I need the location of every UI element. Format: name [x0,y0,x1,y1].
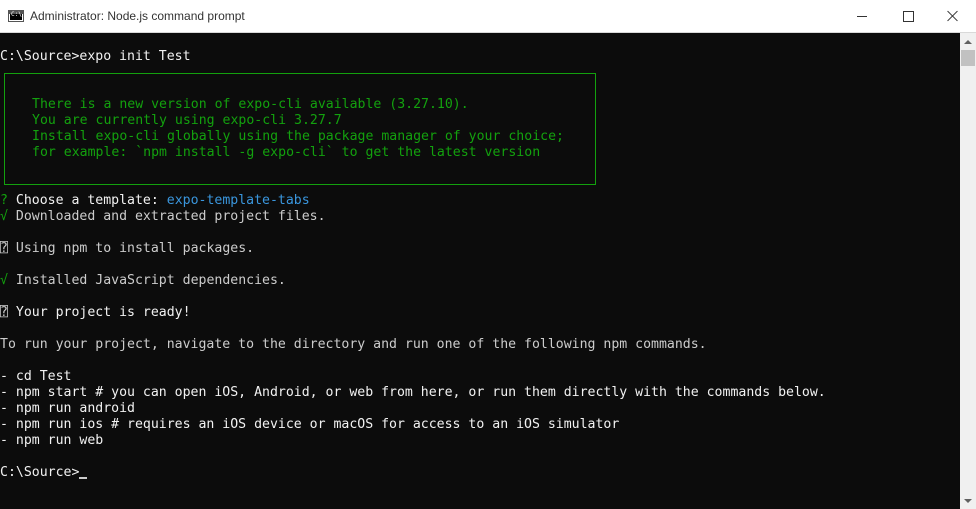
close-button[interactable] [930,0,976,32]
unknown-glyph-icon: ⍰ [0,241,8,256]
unknown-glyph-icon: ⍰ [0,305,8,320]
cmd-icon: C:\ [8,10,24,22]
installed-text: Installed JavaScript dependencies. [7,273,286,288]
final-prompt: C:\Source> [0,465,80,480]
scroll-down-button[interactable] [960,492,976,509]
template-label: Choose a template: [7,193,167,208]
notice-line: You are currently using expo-cli 3.27.7 [32,113,342,128]
checkmark-icon: √ [0,209,8,224]
arrow-up-icon [964,39,972,44]
command-item: - cd Test [0,369,72,384]
scroll-thumb[interactable] [961,50,975,66]
minimize-button[interactable] [839,0,885,32]
command-item: - npm run ios # requires an iOS device o… [0,417,620,432]
vertical-scrollbar[interactable] [960,33,976,509]
template-line: ? Choose a template: expo-template-tabs [0,193,310,209]
close-icon [947,10,959,22]
command-line: C:\Source>expo init Test [0,49,191,64]
notice-line: There is a new version of expo-cli avail… [32,97,469,112]
title-bar[interactable]: C:\ Administrator: Node.js command promp… [0,0,976,33]
command-item: - npm start # you can open iOS, Android,… [0,385,826,400]
npm-text: Using npm to install packages. [7,241,255,256]
window-title: Administrator: Node.js command prompt [30,9,245,23]
maximize-icon [902,10,914,22]
cmd-icon-text: C:\ [11,11,22,18]
instructions-line: To run your project, navigate to the dir… [0,337,707,352]
notice-line: for example: `npm install -g expo-cli` t… [32,145,541,160]
prompt-line[interactable]: C:\Source> [0,465,88,481]
ready-line: ⍰ Your project is ready! [0,305,191,321]
minimize-icon [857,15,867,17]
downloaded-text: Downloaded and extracted project files. [7,209,326,224]
template-value: expo-template-tabs [166,193,310,208]
ready-text: Your project is ready! [7,305,191,320]
maximize-button[interactable] [885,0,931,32]
command-item: - npm run web [0,433,104,448]
scroll-up-button[interactable] [960,33,976,50]
arrow-down-icon [964,498,972,503]
console-window: C:\ Administrator: Node.js command promp… [0,0,976,509]
command-item: - npm run android [0,401,135,416]
downloaded-line: √ Downloaded and extracted project files… [0,209,326,225]
checkmark-icon: √ [0,273,8,288]
console-output[interactable]: C:\Source>expo init Test There is a new … [0,33,960,509]
installed-line: √ Installed JavaScript dependencies. [0,273,286,289]
notice-line: Install expo-cli globally using the pack… [32,129,564,144]
question-mark: ? [0,193,8,208]
text-cursor [79,477,88,479]
npm-line: ⍰ Using npm to install packages. [0,241,254,257]
